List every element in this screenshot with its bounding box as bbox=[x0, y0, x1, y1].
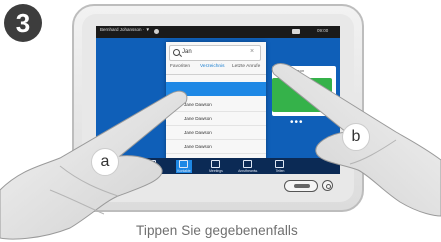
tab-favorites[interactable]: Favoriten bbox=[170, 64, 190, 69]
search-input[interactable]: Jan × bbox=[169, 45, 261, 61]
hand-b-label: b bbox=[342, 123, 370, 151]
step-number-badge: 3 bbox=[4, 4, 42, 42]
dock-item-meetings[interactable]: Meetings bbox=[208, 160, 224, 173]
search-icon bbox=[173, 49, 180, 56]
camera-icon[interactable] bbox=[292, 29, 300, 34]
hand-a-label: a bbox=[91, 148, 119, 176]
search-input-value: Jan bbox=[182, 49, 192, 55]
status-indicator-icon bbox=[154, 29, 159, 34]
status-bar: Bernhard Johansson · ▼ 09:00 bbox=[96, 26, 340, 38]
clock: 09:00 bbox=[317, 28, 329, 33]
calendar-icon bbox=[211, 160, 220, 168]
instruction-caption: Tippen Sie gegebenenfalls bbox=[136, 223, 298, 238]
user-name[interactable]: Bernhard Johansson · ▼ bbox=[100, 27, 150, 32]
tab-directory[interactable]: Verzeichnis bbox=[200, 64, 225, 69]
